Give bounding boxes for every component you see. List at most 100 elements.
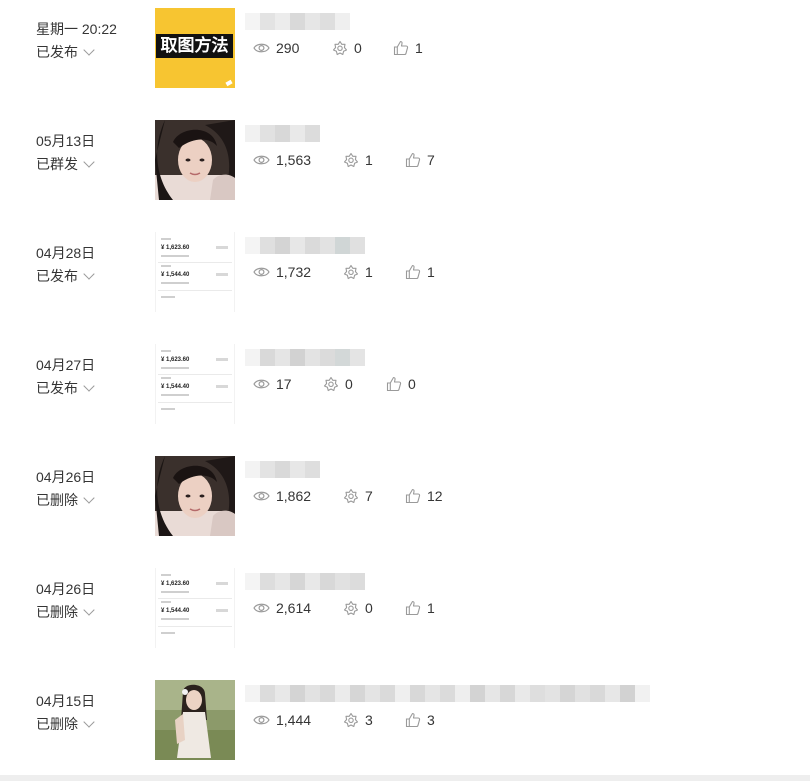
view-count: 1,444	[253, 712, 311, 728]
post-date: 05月13日	[36, 133, 96, 149]
share-icon	[332, 40, 348, 56]
view-count: 1,732	[253, 264, 311, 280]
status-label: 已删除	[36, 604, 78, 620]
eye-icon	[253, 43, 270, 53]
amount-text: ¥ 1,544.40	[161, 272, 190, 278]
eye-icon	[253, 379, 270, 389]
status-label: 已发布	[36, 44, 78, 60]
list-item: 04月15日 已删除 1,444 3 3	[0, 680, 810, 770]
status-dropdown[interactable]: 已群发	[36, 154, 95, 174]
thumbnail[interactable]: ¥ 1,623.60 ¥ 1,544.40	[155, 568, 235, 648]
view-count-value: 2,614	[276, 600, 312, 616]
share-icon	[343, 152, 359, 168]
share-icon	[343, 712, 359, 728]
like-count: 1	[393, 40, 423, 56]
thumbnail[interactable]	[155, 456, 235, 536]
view-count-value: 1,563	[276, 152, 312, 168]
like-count-value: 0	[408, 376, 416, 392]
view-count: 17	[253, 376, 292, 392]
list-item: 05月13日 已群发 1,563 1 7	[0, 120, 810, 210]
status-label: 已发布	[36, 380, 78, 396]
share-icon	[323, 376, 339, 392]
portrait-image	[155, 456, 235, 536]
thumbnail[interactable]: ¥ 1,623.60 ¥ 1,544.40	[155, 344, 235, 424]
status-label: 已发布	[36, 268, 78, 284]
like-count: 0	[386, 376, 416, 392]
amount-text: ¥ 1,544.40	[161, 608, 190, 614]
share-count-value: 1	[365, 152, 373, 168]
thumb-up-icon	[386, 376, 402, 392]
post-title-blurred[interactable]	[245, 461, 320, 478]
share-count-value: 0	[365, 600, 373, 616]
chevron-down-icon	[83, 492, 95, 504]
post-date: 04月26日	[36, 469, 96, 485]
status-label: 已删除	[36, 716, 78, 732]
view-count-value: 1,862	[276, 488, 312, 504]
eye-icon	[253, 491, 270, 501]
view-count: 1,862	[253, 488, 311, 504]
share-count: 7	[343, 488, 373, 504]
post-title-blurred[interactable]	[245, 573, 365, 590]
amount-text: ¥ 1,623.60	[161, 357, 190, 363]
post-date: 04月26日	[36, 581, 96, 597]
thumbnail[interactable]	[155, 120, 235, 200]
post-date: 星期一 20:22	[36, 21, 117, 37]
thumbnail[interactable]: 取图方法	[155, 8, 235, 88]
post-date: 04月28日	[36, 245, 96, 261]
share-count: 3	[343, 712, 373, 728]
view-count-value: 1,732	[276, 264, 312, 280]
like-count: 3	[405, 712, 435, 728]
eye-icon	[253, 155, 270, 165]
like-count-value: 12	[427, 488, 443, 504]
status-dropdown[interactable]: 已发布	[36, 266, 95, 286]
eye-icon	[253, 715, 270, 725]
thumbnail[interactable]: ¥ 1,623.60 ¥ 1,544.40	[155, 232, 235, 312]
status-dropdown[interactable]: 已删除	[36, 490, 95, 510]
thumb-up-icon	[405, 264, 421, 280]
view-count-value: 290	[276, 40, 300, 56]
share-icon	[343, 600, 359, 616]
share-count-value: 0	[345, 376, 353, 392]
post-title-blurred[interactable]	[245, 125, 320, 142]
like-count-value: 1	[427, 264, 435, 280]
list-item: 星期一 20:22 已发布 取图方法 290 0 1	[0, 8, 810, 98]
thumb-up-icon	[405, 712, 421, 728]
share-count: 0	[332, 40, 362, 56]
post-title-blurred[interactable]	[245, 349, 365, 366]
post-title-blurred[interactable]	[245, 237, 365, 254]
status-dropdown[interactable]: 已发布	[36, 378, 95, 398]
list-item: 04月26日 已删除 1,862 7 12	[0, 456, 810, 546]
thumb-up-icon	[393, 40, 409, 56]
thumbnail[interactable]	[155, 680, 235, 760]
chevron-down-icon	[83, 380, 95, 392]
share-count-value: 1	[365, 264, 373, 280]
view-count-value: 17	[276, 376, 292, 392]
view-count: 2,614	[253, 600, 311, 616]
outdoor-portrait-image	[155, 680, 235, 760]
status-dropdown[interactable]: 已发布	[36, 42, 95, 62]
share-count: 0	[323, 376, 353, 392]
status-label: 已删除	[36, 492, 78, 508]
share-count-value: 7	[365, 488, 373, 504]
view-count-value: 1,444	[276, 712, 312, 728]
post-title-blurred[interactable]	[245, 13, 350, 30]
status-dropdown[interactable]: 已删除	[36, 602, 95, 622]
share-count: 1	[343, 152, 373, 168]
like-count-value: 3	[427, 712, 435, 728]
post-title-blurred[interactable]	[245, 685, 650, 702]
list-item: 04月27日 已发布 ¥ 1,623.60 ¥ 1,544.40 17 0 0	[0, 344, 810, 434]
share-count-value: 0	[354, 40, 362, 56]
portrait-image	[155, 120, 235, 200]
chevron-down-icon	[83, 44, 95, 56]
status-dropdown[interactable]: 已删除	[36, 714, 95, 734]
share-count: 0	[343, 600, 373, 616]
view-count: 290	[253, 40, 299, 56]
amount-text: ¥ 1,623.60	[161, 245, 190, 251]
like-count-value: 1	[427, 600, 435, 616]
amount-text: ¥ 1,623.60	[161, 581, 190, 587]
eye-icon	[253, 267, 270, 277]
amount-text: ¥ 1,544.40	[161, 384, 190, 390]
post-date: 04月27日	[36, 357, 96, 373]
like-count-value: 7	[427, 152, 435, 168]
share-icon	[343, 488, 359, 504]
